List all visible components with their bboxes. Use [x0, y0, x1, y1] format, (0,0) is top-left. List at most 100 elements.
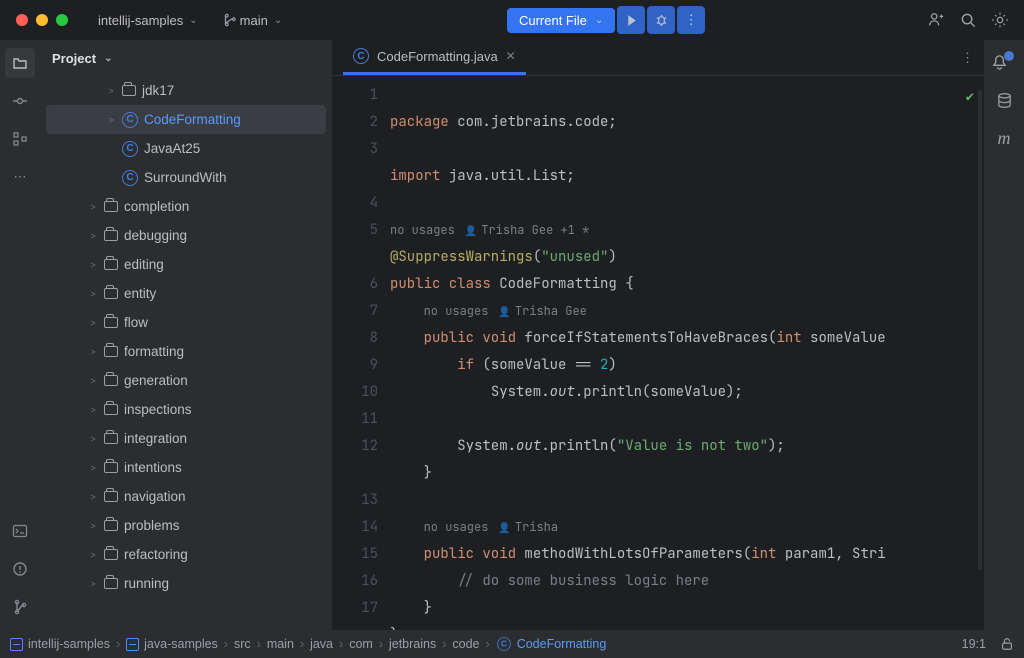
- java-class-icon: C: [353, 48, 369, 64]
- debug-button[interactable]: [647, 6, 675, 34]
- code-token: // do some business logic here: [457, 572, 709, 590]
- code-token: int: [751, 545, 785, 563]
- code-vision-hint[interactable]: no usagesTrisha: [424, 514, 558, 541]
- module-folder-icon: [122, 85, 136, 96]
- tree-arrow-icon: >: [88, 579, 98, 589]
- tree-item[interactable]: >CCodeFormatting: [46, 105, 326, 134]
- caret-position[interactable]: 19:1: [962, 637, 986, 651]
- tree-arrow-icon: >: [88, 521, 98, 531]
- lock-icon[interactable]: [1000, 637, 1014, 651]
- editor-content[interactable]: package com.jetbrains.code; import java.…: [388, 76, 984, 630]
- maximize-window-icon[interactable]: [56, 14, 68, 26]
- tree-item[interactable]: CSurroundWith: [40, 163, 332, 192]
- run-button[interactable]: [617, 6, 645, 34]
- tree-item[interactable]: CJavaAt25: [40, 134, 332, 163]
- tree-item[interactable]: >integration: [40, 424, 332, 453]
- project-selector[interactable]: intellij-samples ⌄: [90, 9, 206, 32]
- run-config-selector[interactable]: Current File ⌄: [507, 8, 615, 33]
- tree-item[interactable]: >editing: [40, 250, 332, 279]
- tree-item-label: editing: [124, 257, 164, 272]
- terminal-tool-button[interactable]: [5, 516, 35, 546]
- notification-dot-icon: [1004, 51, 1014, 61]
- tree-item[interactable]: >jdk17: [40, 76, 332, 105]
- tree-item-label: refactoring: [124, 547, 188, 562]
- code-vision-hint[interactable]: no usagesTrisha Gee: [424, 298, 587, 325]
- line-number: 12: [333, 433, 378, 460]
- tree-item-label: jdk17: [142, 83, 174, 98]
- project-tool-button[interactable]: [5, 48, 35, 78]
- tabs-menu-button[interactable]: ⋮: [961, 50, 974, 66]
- tree-item[interactable]: >completion: [40, 192, 332, 221]
- breadcrumbs[interactable]: intellij-samples›java-samples›src›main›j…: [10, 636, 606, 652]
- left-tool-stripe: ⋯: [0, 40, 40, 630]
- breadcrumb-item[interactable]: com: [349, 637, 373, 651]
- breadcrumb-item[interactable]: java: [310, 637, 333, 651]
- tree-arrow-icon: >: [88, 376, 98, 386]
- line-number: 3: [333, 136, 378, 163]
- close-window-icon[interactable]: [16, 14, 28, 26]
- usages-hint: no usages: [424, 514, 489, 541]
- tree-item[interactable]: >flow: [40, 308, 332, 337]
- alert-icon: [12, 561, 28, 577]
- tree-item[interactable]: >inspections: [40, 395, 332, 424]
- editor-scrollbar[interactable]: [978, 90, 982, 570]
- breadcrumb-item[interactable]: jetbrains: [389, 637, 436, 651]
- breadcrumb-item[interactable]: code: [452, 637, 479, 651]
- tree-item[interactable]: > formatting: [40, 337, 332, 366]
- problems-tool-button[interactable]: [5, 554, 35, 584]
- tree-item[interactable]: >problems: [40, 511, 332, 540]
- notifications-button[interactable]: [990, 48, 1018, 76]
- maven-tool-button[interactable]: m: [990, 124, 1018, 152]
- project-tree[interactable]: >jdk17>CCodeFormattingCJavaAt25CSurround…: [40, 76, 332, 630]
- chevron-down-icon: ⌄: [595, 15, 603, 26]
- code-vision-hint[interactable]: no usagesTrisha Gee +1 *: [390, 217, 589, 244]
- tree-item[interactable]: >debugging: [40, 221, 332, 250]
- breadcrumb-item[interactable]: intellij-samples: [10, 637, 110, 651]
- tree-item-label: formatting: [124, 344, 184, 359]
- breadcrumb-item[interactable]: CCodeFormatting: [496, 636, 607, 652]
- tree-item[interactable]: >intentions: [40, 453, 332, 482]
- project-panel-header[interactable]: Project ⌄: [40, 40, 332, 76]
- git-branch-selector[interactable]: main ⌄: [214, 9, 291, 32]
- code-token: }: [424, 599, 432, 617]
- vcs-tool-button[interactable]: [5, 592, 35, 622]
- folder-icon: [104, 201, 118, 212]
- java-class-icon: C: [122, 170, 138, 186]
- structure-tool-button[interactable]: [5, 124, 35, 154]
- code-with-me-button[interactable]: [922, 6, 950, 34]
- breadcrumb-item[interactable]: src: [234, 637, 251, 651]
- code-token: out: [550, 383, 575, 401]
- code-token: methodWithLotsOfParameters: [524, 545, 742, 563]
- code-token: import: [390, 167, 440, 185]
- tree-item[interactable]: >generation: [40, 366, 332, 395]
- more-run-button[interactable]: ⋮: [677, 6, 705, 34]
- code-editor[interactable]: 123 45 6789101112 1314151617 package com…: [333, 76, 984, 630]
- tree-item[interactable]: >entity: [40, 279, 332, 308]
- tree-item[interactable]: >running: [40, 569, 332, 598]
- chevron-down-icon: ⌄: [274, 15, 282, 26]
- code-token: }: [390, 626, 398, 630]
- settings-button[interactable]: [986, 6, 1014, 34]
- branch-icon: [12, 599, 28, 615]
- more-tools-button[interactable]: ⋯: [5, 162, 35, 192]
- search-everywhere-button[interactable]: [954, 6, 982, 34]
- tree-arrow-icon: >: [88, 347, 98, 357]
- usages-hint: no usages: [424, 298, 489, 325]
- breadcrumb-item[interactable]: java-samples: [126, 637, 218, 651]
- close-tab-icon[interactable]: ✕: [506, 49, 516, 63]
- tree-item[interactable]: >navigation: [40, 482, 332, 511]
- code-token: com.jetbrains.code;: [449, 113, 617, 131]
- commit-tool-button[interactable]: [5, 86, 35, 116]
- code-token: package: [390, 113, 449, 131]
- tree-item[interactable]: >refactoring: [40, 540, 332, 569]
- database-tool-button[interactable]: [990, 86, 1018, 114]
- breadcrumb-item[interactable]: main: [267, 637, 294, 651]
- line-number: 4: [333, 190, 378, 217]
- line-number: 16: [333, 568, 378, 595]
- breadcrumb-separator-icon: ›: [379, 637, 383, 651]
- minimize-window-icon[interactable]: [36, 14, 48, 26]
- editor-tab[interactable]: C CodeFormatting.java ✕: [343, 40, 526, 75]
- line-number: 5: [333, 217, 378, 244]
- inspection-ok-icon[interactable]: ✔: [966, 84, 974, 111]
- code-token: }: [424, 464, 432, 482]
